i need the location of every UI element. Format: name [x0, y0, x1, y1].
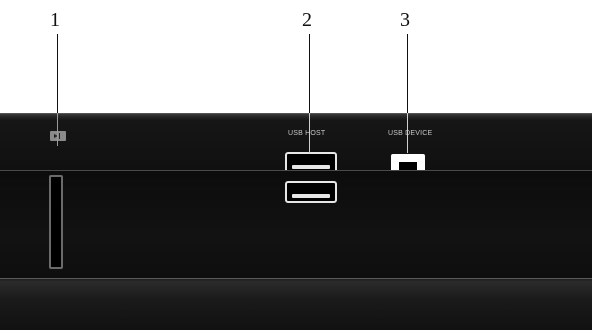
callout-3: 3 [400, 9, 410, 31]
callout-1: 1 [50, 9, 60, 31]
card-reader-slot [49, 175, 63, 269]
panel-bottom-section [0, 278, 592, 330]
usb-a-port-icon [285, 181, 337, 203]
callout-3-leader-overlay [407, 113, 408, 153]
device-front-panel: USB HOST USB DEVICE [0, 113, 592, 330]
sd-card-icon [50, 131, 66, 141]
callout-2: 2 [302, 9, 312, 31]
callout-1-leader-overlay [57, 113, 58, 146]
panel-top-section: USB HOST USB DEVICE [0, 113, 592, 186]
usb-device-label: USB DEVICE [388, 130, 433, 137]
usb-host-label: USB HOST [288, 130, 326, 137]
diagram: 1 2 3 USB HOST USB DEVICE [0, 0, 592, 330]
callout-2-leader-overlay [309, 113, 310, 153]
